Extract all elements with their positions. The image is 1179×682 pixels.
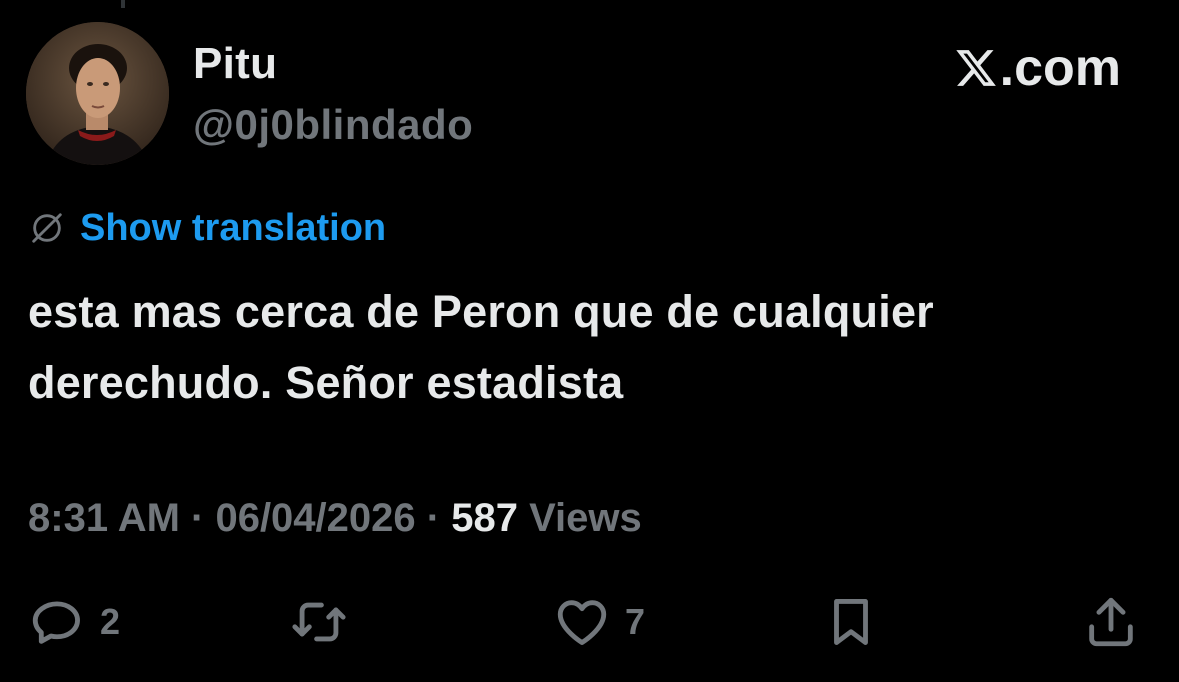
heart-icon (557, 600, 607, 645)
tweet-text: esta mas cerca de Peron que de cualquier… (28, 286, 934, 408)
source-link[interactable]: .com (954, 40, 1121, 96)
meta-separator: · (179, 496, 216, 540)
views-count[interactable]: 587 (451, 496, 518, 540)
reply-icon (32, 601, 80, 644)
x-logo-icon (955, 50, 996, 86)
author-display-name[interactable]: Pitu (193, 40, 277, 88)
avatar[interactable] (26, 22, 169, 165)
author-handle[interactable]: @0j0blindado (193, 102, 473, 148)
views-label: Views (517, 496, 642, 540)
like-count: 7 (625, 601, 646, 642)
repost-icon (292, 602, 346, 642)
bookmark-icon (834, 599, 868, 645)
show-translation-link[interactable]: Show translation (80, 206, 386, 250)
translate-row: Show translation (28, 206, 386, 250)
share-button[interactable] (1082, 592, 1140, 652)
repost-button[interactable] (290, 592, 348, 652)
source-label: .com (999, 39, 1121, 97)
globe-icon (32, 213, 62, 243)
tweet-time[interactable]: 8:31 AM (28, 496, 180, 540)
action-bar: 2 7 (0, 592, 1179, 652)
tweet-date[interactable]: 06/04/2026 (215, 496, 415, 540)
share-icon (1089, 597, 1133, 647)
meta-separator: · (415, 496, 452, 540)
like-button[interactable]: 7 (553, 592, 645, 652)
bookmark-button[interactable] (822, 592, 880, 652)
reply-button[interactable]: 2 (28, 592, 120, 652)
divider-tick (121, 0, 125, 8)
tweet-meta: 8:31 AM · 06/04/2026 · 587 Views (28, 494, 642, 542)
reply-count: 2 (100, 601, 121, 642)
